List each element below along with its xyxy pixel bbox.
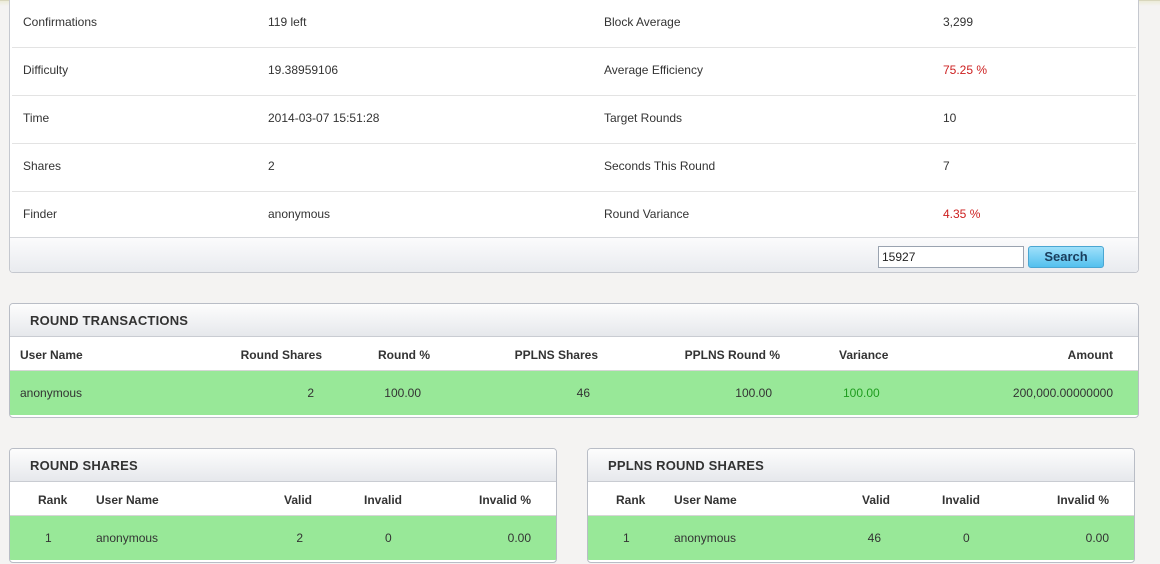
cell-invalid-pct: 0.00 <box>1085 531 1109 545</box>
table-header: Rank User Name Valid Invalid Invalid % <box>588 482 1134 516</box>
pplns-round-shares-panel: PPLNS ROUND SHARES Rank User Name Valid … <box>587 448 1135 563</box>
col-pplns-round-pct[interactable]: PPLNS Round % <box>685 348 780 362</box>
label-shares: Shares <box>23 159 62 173</box>
col-invalid[interactable]: Invalid <box>942 493 980 507</box>
cell-invalid-pct: 0.00 <box>507 531 531 545</box>
cell-round-shares: 2 <box>307 386 314 400</box>
details-row-time: Time 2014-03-07 15:51:28 Target Rounds 1… <box>12 96 1136 144</box>
label-time: Time <box>23 111 50 125</box>
label-target-rounds: Target Rounds <box>604 111 683 125</box>
details-row-finder: Finder anonymous Round Variance 4.35 % <box>12 192 1136 240</box>
col-invalid-pct[interactable]: Invalid % <box>1057 493 1109 507</box>
col-round-pct[interactable]: Round % <box>378 348 430 362</box>
value-seconds-this-round: 7 <box>943 159 950 173</box>
round-transactions-header: ROUND TRANSACTIONS <box>10 304 1138 337</box>
search-button[interactable]: Search <box>1028 246 1104 268</box>
value-round-variance: 4.35 % <box>943 207 981 221</box>
value-difficulty: 19.38959106 <box>268 63 339 77</box>
panel-title: PPLNS ROUND SHARES <box>608 458 765 473</box>
col-amount[interactable]: Amount <box>1068 348 1113 362</box>
cell-user: anonymous <box>96 531 159 545</box>
col-rank[interactable]: Rank <box>616 493 645 507</box>
value-finder: anonymous <box>268 207 331 221</box>
cell-valid: 46 <box>867 531 881 545</box>
cell-rank: 1 <box>45 531 52 545</box>
round-transactions-panel: ROUND TRANSACTIONS User Name Round Share… <box>9 303 1139 418</box>
label-round-variance: Round Variance <box>604 207 690 221</box>
label-finder: Finder <box>23 207 58 221</box>
col-user-name[interactable]: User Name <box>674 493 737 507</box>
details-row-shares: Shares 2 Seconds This Round 7 <box>12 144 1136 192</box>
table-header: User Name Round Shares Round % PPLNS Sha… <box>10 337 1138 371</box>
table-row: 1 anonymous 2 0 0.00 <box>10 516 556 560</box>
col-round-shares[interactable]: Round Shares <box>241 348 322 362</box>
col-invalid-pct[interactable]: Invalid % <box>479 493 531 507</box>
cell-invalid: 0 <box>963 531 970 545</box>
round-shares-header: ROUND SHARES <box>10 449 556 482</box>
cell-invalid: 0 <box>385 531 392 545</box>
pplns-round-shares-header: PPLNS ROUND SHARES <box>588 449 1134 482</box>
table-header: Rank User Name Valid Invalid Invalid % <box>10 482 556 516</box>
table-row: 1 anonymous 46 0 0.00 <box>588 516 1134 560</box>
round-shares-panel: ROUND SHARES Rank User Name Valid Invali… <box>9 448 557 563</box>
value-confirmations: 119 left <box>268 15 307 29</box>
value-target-rounds: 10 <box>943 111 957 125</box>
panel-title: ROUND TRANSACTIONS <box>30 313 189 328</box>
cell-amount: 200,000.00000000 <box>1012 386 1113 400</box>
col-rank[interactable]: Rank <box>38 493 67 507</box>
details-row-confirmations: Confirmations 119 left Block Average 3,2… <box>12 0 1136 48</box>
value-time: 2014-03-07 15:51:28 <box>268 111 380 125</box>
col-valid[interactable]: Valid <box>284 493 312 507</box>
panel-title: ROUND SHARES <box>30 458 138 473</box>
label-difficulty: Difficulty <box>23 63 69 77</box>
label-confirmations: Confirmations <box>23 15 98 29</box>
value-shares: 2 <box>268 159 275 173</box>
round-search-input[interactable] <box>878 246 1024 268</box>
round-details-panel: Confirmations 119 left Block Average 3,2… <box>9 0 1139 273</box>
cell-round-pct: 100.00 <box>384 386 421 400</box>
cell-valid: 2 <box>296 531 303 545</box>
col-variance[interactable]: Variance <box>839 348 888 362</box>
col-user-name[interactable]: User Name <box>20 348 83 362</box>
details-footer: Search <box>10 237 1138 272</box>
label-block-average: Block Average <box>604 15 681 29</box>
cell-rank: 1 <box>623 531 630 545</box>
cell-user: anonymous <box>20 386 83 400</box>
value-block-average: 3,299 <box>943 15 974 29</box>
col-pplns-shares[interactable]: PPLNS Shares <box>515 348 598 362</box>
col-invalid[interactable]: Invalid <box>364 493 402 507</box>
label-average-efficiency: Average Efficiency <box>604 63 703 77</box>
cell-pplns-shares: 46 <box>576 386 590 400</box>
col-user-name[interactable]: User Name <box>96 493 159 507</box>
label-seconds-this-round: Seconds This Round <box>604 159 716 173</box>
cell-pplns-round-pct: 100.00 <box>735 386 772 400</box>
table-row: anonymous 2 100.00 46 100.00 100.00 200,… <box>10 371 1138 415</box>
details-row-difficulty: Difficulty 19.38959106 Average Efficienc… <box>12 48 1136 96</box>
col-valid[interactable]: Valid <box>862 493 890 507</box>
cell-variance: 100.00 <box>843 386 880 400</box>
value-average-efficiency: 75.25 % <box>943 63 988 77</box>
cell-user: anonymous <box>674 531 737 545</box>
